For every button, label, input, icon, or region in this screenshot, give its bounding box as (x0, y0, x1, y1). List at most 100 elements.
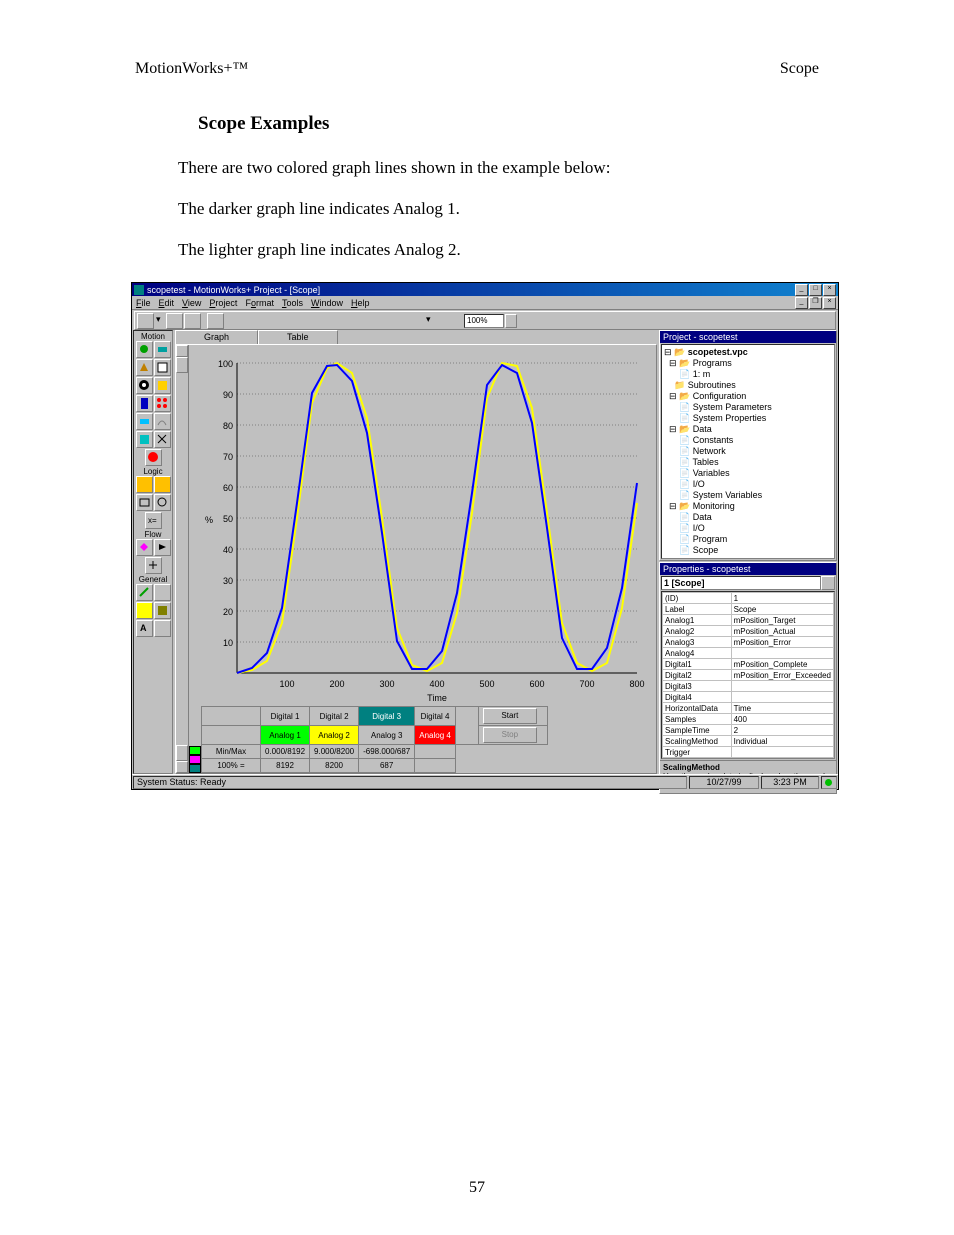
palette-button[interactable] (145, 449, 162, 466)
palette-button[interactable] (136, 341, 153, 358)
paste-button[interactable] (266, 313, 283, 329)
cut-button[interactable] (230, 313, 247, 329)
vertical-scrollbar[interactable] (176, 345, 189, 773)
print-button[interactable] (207, 313, 224, 329)
toolbar-dropdown-icon[interactable]: ▾ (425, 313, 435, 329)
toolbar-dropdown-icon[interactable]: ▾ (155, 313, 165, 329)
scroll-thumb[interactable] (176, 357, 188, 373)
prop-value[interactable]: mPosition_Complete (731, 659, 833, 670)
property-selector[interactable]: 1 [Scope] (661, 576, 821, 590)
status-time: 3:23 PM (761, 776, 819, 789)
palette-group-label: Logic (134, 467, 172, 476)
open-button[interactable] (166, 313, 183, 329)
prop-value[interactable]: Individual (731, 736, 833, 747)
tool-button[interactable] (441, 313, 458, 329)
palette-button[interactable] (136, 584, 153, 601)
menu-project[interactable]: Project (209, 298, 237, 308)
tab-table[interactable]: Table (258, 330, 338, 344)
palette-button[interactable] (154, 359, 171, 376)
palette-button[interactable] (136, 359, 153, 376)
start-button[interactable]: Start (483, 708, 537, 724)
prop-value[interactable]: mPosition_Target (731, 615, 833, 626)
menu-format[interactable]: Format (245, 298, 274, 308)
palette-button[interactable]: x= (145, 512, 162, 529)
stop-button[interactable]: Stop (483, 727, 537, 743)
palette-button[interactable] (154, 539, 171, 556)
menu-view[interactable]: View (182, 298, 201, 308)
prop-value[interactable]: mPosition_Error_Exceeded (731, 670, 833, 681)
copy-button[interactable] (248, 313, 265, 329)
zoom-field[interactable]: 100% (464, 314, 504, 328)
palette-button[interactable] (136, 413, 153, 430)
undo-button[interactable] (289, 313, 306, 329)
prop-value[interactable]: 1 (731, 593, 833, 604)
palette-button[interactable]: A (136, 620, 153, 637)
svg-text:100: 100 (218, 359, 233, 369)
scroll-down-button[interactable] (176, 761, 188, 773)
palette-button[interactable] (136, 494, 153, 511)
paragraph: There are two colored graph lines shown … (178, 158, 610, 178)
prop-value[interactable]: mPosition_Error (731, 637, 833, 648)
digital-label: Digital 3 (359, 707, 415, 726)
zoom-dropdown[interactable] (505, 314, 517, 328)
palette-button[interactable] (154, 620, 171, 637)
dropdown-button[interactable] (821, 576, 835, 590)
palette-button[interactable] (136, 377, 153, 394)
mdi-minimize-button[interactable]: _ (795, 297, 808, 309)
tab-graph[interactable]: Graph (175, 330, 258, 344)
prop-value[interactable]: mPosition_Actual (731, 626, 833, 637)
tool-button[interactable] (407, 313, 424, 329)
palette-button[interactable] (154, 584, 171, 601)
menu-window[interactable]: Window (311, 298, 343, 308)
tool-button[interactable] (348, 313, 365, 329)
prop-value[interactable]: Time (731, 703, 833, 714)
palette-button[interactable] (154, 413, 171, 430)
palette-button[interactable] (136, 476, 153, 493)
menu-file[interactable]: File (136, 298, 151, 308)
palette-button[interactable] (154, 476, 171, 493)
chart-svg: 1009080 706050 403020 10 % 100200300 400… (189, 345, 659, 765)
svg-text:20: 20 (223, 607, 233, 617)
save-button[interactable] (184, 313, 201, 329)
close-button[interactable]: × (823, 284, 836, 296)
prop-name: Analog1 (663, 615, 732, 626)
menu-edit[interactable]: Edit (159, 298, 175, 308)
palette-button[interactable] (136, 431, 153, 448)
palette-button[interactable] (145, 557, 162, 574)
scroll-up-button[interactable] (176, 345, 188, 357)
project-tree[interactable]: ⊟ 📂 scopetest.vpc ⊟ 📂 Programs 📄 1: m 📁 … (661, 344, 835, 559)
scroll-thumb[interactable] (176, 745, 188, 761)
palette-button[interactable] (154, 602, 171, 619)
mdi-restore-button[interactable]: ❐ (809, 297, 822, 309)
palette-button[interactable] (154, 377, 171, 394)
new-button[interactable] (137, 313, 154, 329)
palette-button[interactable] (136, 602, 153, 619)
palette-group-label: General (134, 575, 172, 584)
palette-button[interactable] (136, 395, 153, 412)
menu-tools[interactable]: Tools (282, 298, 303, 308)
tool-button[interactable] (389, 313, 406, 329)
tool-palette: Motion Logic x= Flow General A (133, 330, 173, 774)
prop-value[interactable]: 2 (731, 725, 833, 736)
prop-value[interactable]: 400 (731, 714, 833, 725)
prop-value[interactable] (731, 747, 833, 758)
menu-help[interactable]: Help (351, 298, 370, 308)
mdi-close-button[interactable]: × (823, 297, 836, 309)
prop-value[interactable]: Scope (731, 604, 833, 615)
palette-button[interactable] (136, 539, 153, 556)
prop-value[interactable] (731, 648, 833, 659)
svg-text:700: 700 (579, 679, 594, 689)
palette-button[interactable] (154, 341, 171, 358)
palette-button[interactable] (154, 395, 171, 412)
prop-value[interactable] (731, 692, 833, 703)
redo-button[interactable] (307, 313, 324, 329)
tool-button[interactable] (371, 313, 388, 329)
palette-button[interactable] (154, 494, 171, 511)
maximize-button[interactable]: □ (809, 284, 822, 296)
tool-button[interactable] (330, 313, 347, 329)
property-grid[interactable]: (ID)1LabelScopeAnalog1mPosition_TargetAn… (661, 591, 835, 759)
prop-value[interactable] (731, 681, 833, 692)
palette-button[interactable] (154, 431, 171, 448)
prop-name: Digital4 (663, 692, 732, 703)
minimize-button[interactable]: _ (795, 284, 808, 296)
